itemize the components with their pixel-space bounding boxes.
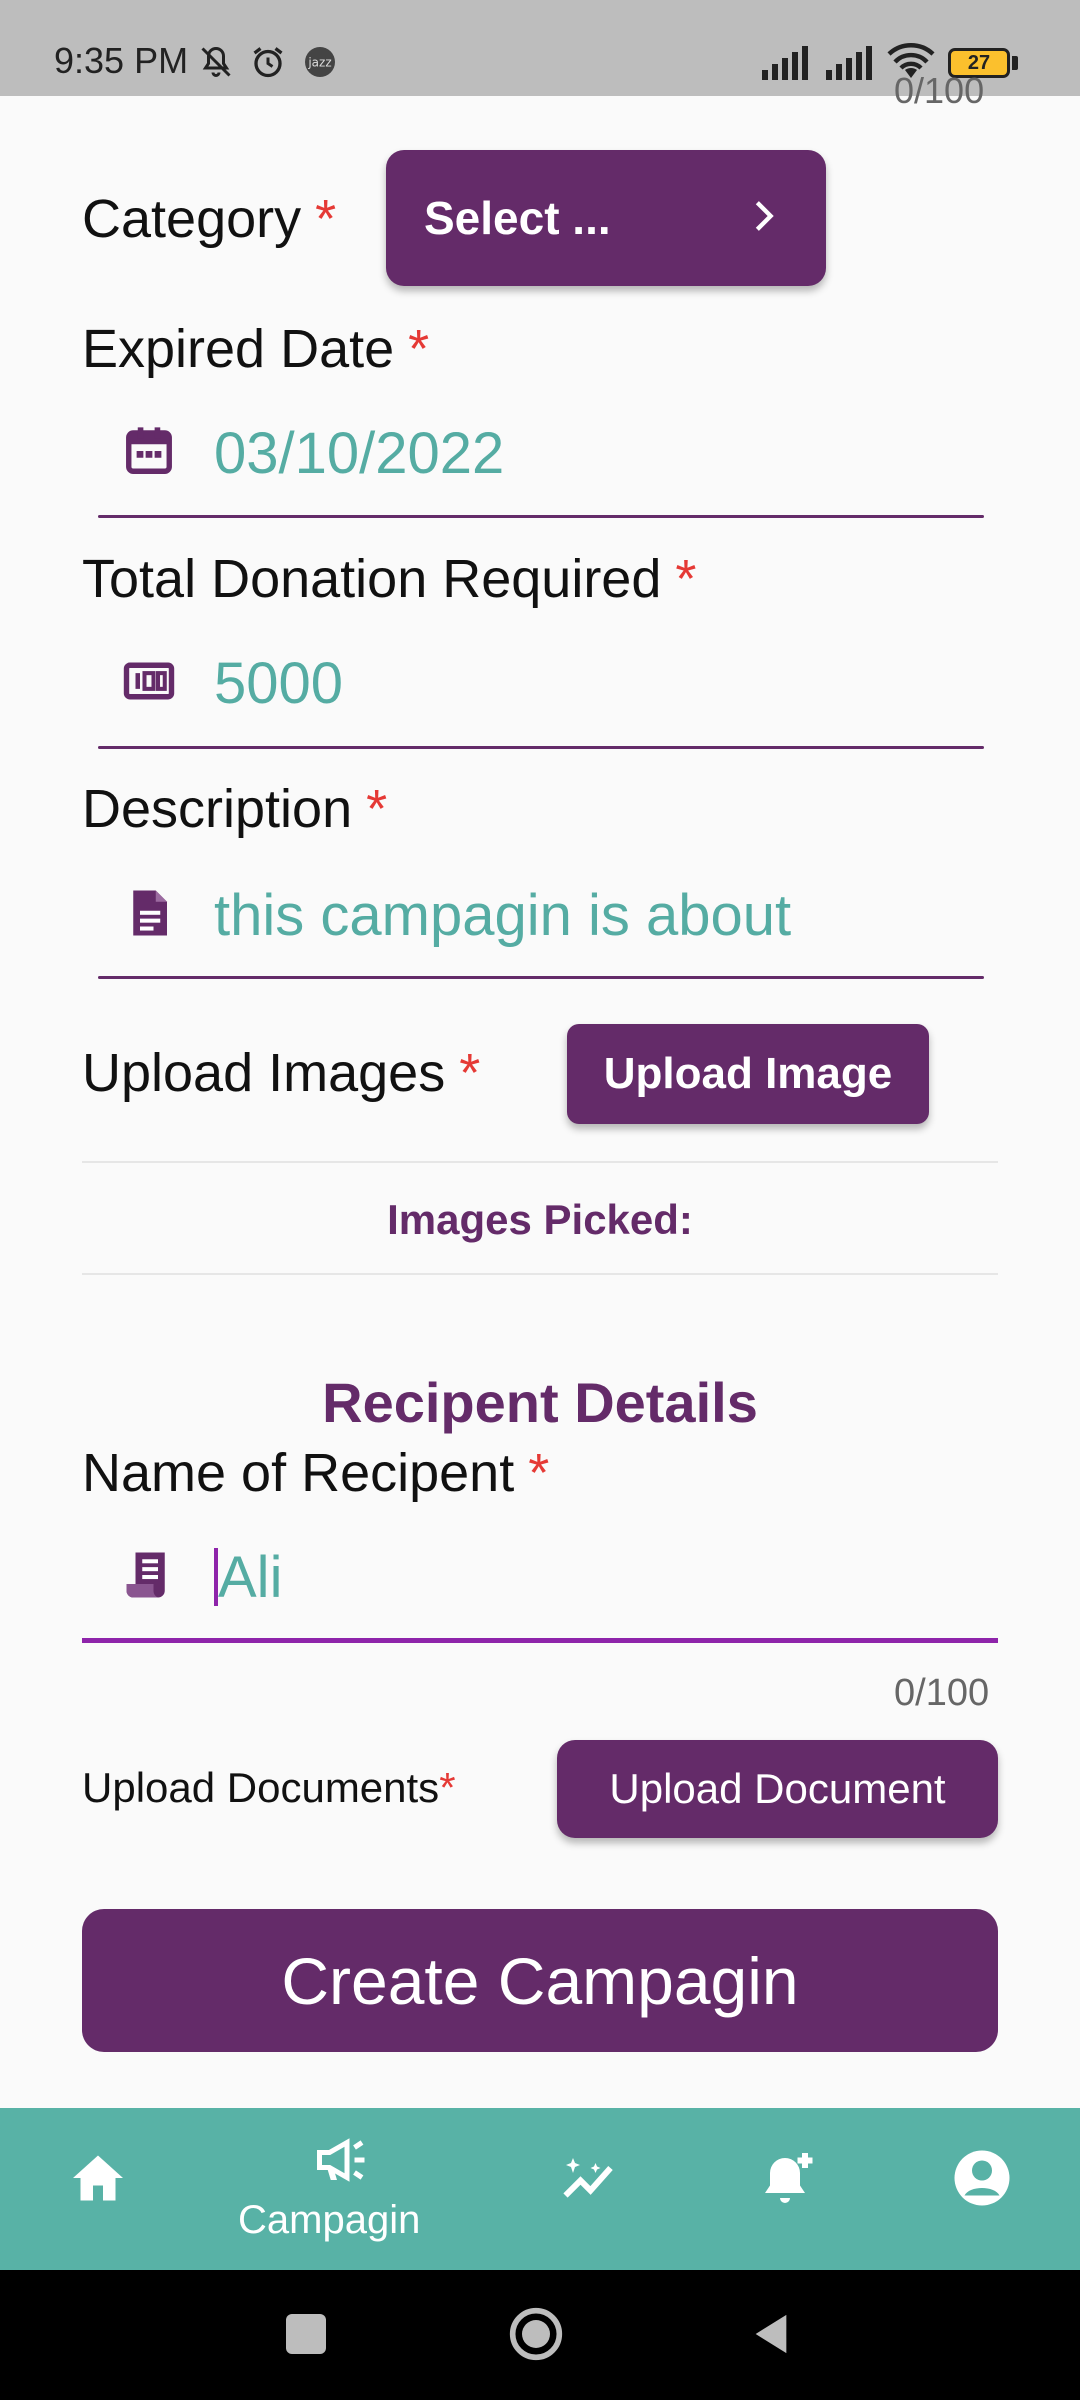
category-label-text: Category xyxy=(82,189,302,249)
required-mark: * xyxy=(366,779,388,839)
money-icon xyxy=(123,662,175,700)
description-input[interactable]: this campagin is about xyxy=(214,882,791,949)
chevron-right-icon xyxy=(755,201,774,231)
svg-text:jazz: jazz xyxy=(307,56,331,70)
nav-campaign-label[interactable]: Campagin xyxy=(238,2198,420,2243)
total-donation-label-text: Total Donation Required xyxy=(82,549,662,609)
home-button[interactable] xyxy=(508,2306,564,2362)
battery-tip xyxy=(1012,56,1018,70)
account-icon[interactable] xyxy=(952,2148,1012,2208)
description-underline xyxy=(98,976,984,979)
home-icon[interactable] xyxy=(68,2148,128,2208)
expired-date-input[interactable]: 03/10/2022 xyxy=(214,420,504,487)
status-time: 9:35 PM xyxy=(54,40,189,81)
images-picked-label: Images Picked: xyxy=(387,1196,693,1243)
recipient-name-label: Name of Recipent * xyxy=(82,1442,549,1504)
expired-date-label-text: Expired Date xyxy=(82,319,395,379)
divider xyxy=(82,1161,998,1163)
upload-documents-label: Upload Documents* xyxy=(82,1764,456,1812)
description-label-text: Description xyxy=(82,779,353,839)
document-icon xyxy=(133,890,167,936)
category-select-button[interactable]: Select ... xyxy=(386,150,826,286)
jazz-app-icon: jazz xyxy=(305,47,335,77)
mute-icon xyxy=(201,46,231,77)
category-select-label: Select ... xyxy=(424,192,611,244)
description-label: Description * xyxy=(82,778,387,840)
expired-date-underline xyxy=(98,515,984,518)
total-donation-label: Total Donation Required * xyxy=(82,548,696,610)
required-mark: * xyxy=(315,189,337,249)
upload-documents-label-text: Upload Documents xyxy=(82,1764,440,1811)
signal-icon xyxy=(762,46,808,80)
recents-button[interactable] xyxy=(286,2314,326,2354)
top-counter: 0/100 xyxy=(894,70,985,111)
upload-images-label: Upload Images * xyxy=(82,1042,480,1104)
recipient-name-label-text: Name of Recipent xyxy=(82,1443,515,1503)
insights-icon[interactable] xyxy=(558,2148,618,2208)
total-donation-input[interactable]: 5000 xyxy=(214,650,343,717)
bottom-navigation xyxy=(0,2108,1080,2270)
notification-add-icon[interactable] xyxy=(760,2148,820,2208)
required-mark: * xyxy=(528,1443,550,1503)
campaign-icon[interactable] xyxy=(312,2130,372,2190)
required-mark: * xyxy=(675,549,697,609)
upload-document-button[interactable]: Upload Document xyxy=(557,1740,998,1838)
receipt-icon xyxy=(126,1552,165,1598)
recipient-name-input[interactable]: Ali xyxy=(218,1544,282,1611)
recipient-details-title: Recipent Details xyxy=(322,1371,758,1434)
required-mark: * xyxy=(408,319,430,379)
recipient-name-counter: 0/100 xyxy=(894,1672,990,1714)
total-donation-underline xyxy=(98,746,984,749)
upload-images-label-text: Upload Images xyxy=(82,1043,446,1103)
required-mark: * xyxy=(439,1764,456,1811)
signal-icon xyxy=(826,46,872,80)
recipient-name-underline xyxy=(82,1638,998,1643)
upload-image-button[interactable]: Upload Image xyxy=(567,1024,929,1124)
expired-date-label: Expired Date * xyxy=(82,318,429,380)
category-label: Category * xyxy=(82,188,336,250)
divider xyxy=(82,1273,998,1275)
required-mark: * xyxy=(459,1043,481,1103)
back-button[interactable] xyxy=(748,2310,794,2358)
create-campaign-button[interactable]: Create Campagin xyxy=(82,1909,998,2052)
calendar-icon xyxy=(126,427,172,474)
alarm-icon xyxy=(253,47,283,78)
